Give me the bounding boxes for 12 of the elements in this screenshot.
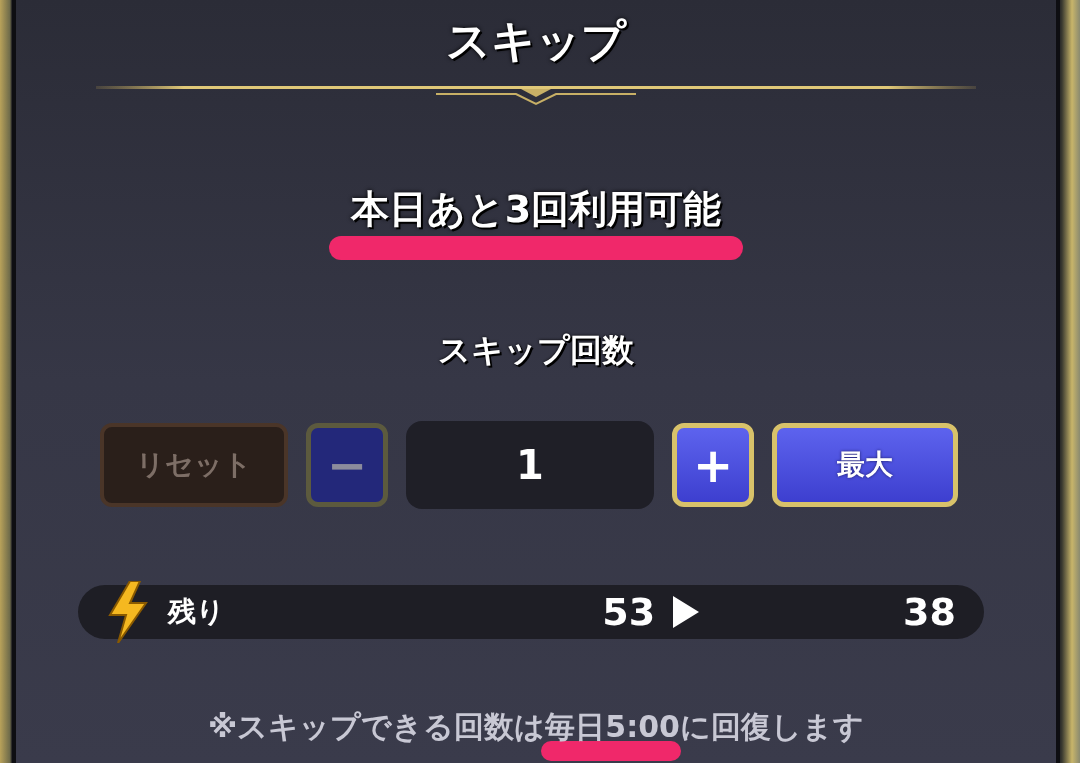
plus-button[interactable]: + bbox=[672, 423, 754, 507]
stamina-label: 残り bbox=[168, 594, 225, 630]
skip-count-field[interactable]: 1 bbox=[406, 421, 654, 509]
arrow-icon bbox=[673, 596, 700, 628]
stamina-after: 38 bbox=[903, 590, 956, 634]
stamina-current: 53 bbox=[602, 590, 656, 634]
footnote-text: ※スキップできる回数は毎日5:00に回復します bbox=[208, 708, 864, 746]
remaining-uses-text: 本日あと3回利用可能 bbox=[350, 186, 722, 233]
dialog-title: スキップ bbox=[446, 14, 626, 66]
skip-count-label: スキップ回数 bbox=[438, 330, 634, 371]
lightning-icon bbox=[106, 581, 150, 643]
max-button[interactable]: 最大 bbox=[772, 423, 958, 507]
